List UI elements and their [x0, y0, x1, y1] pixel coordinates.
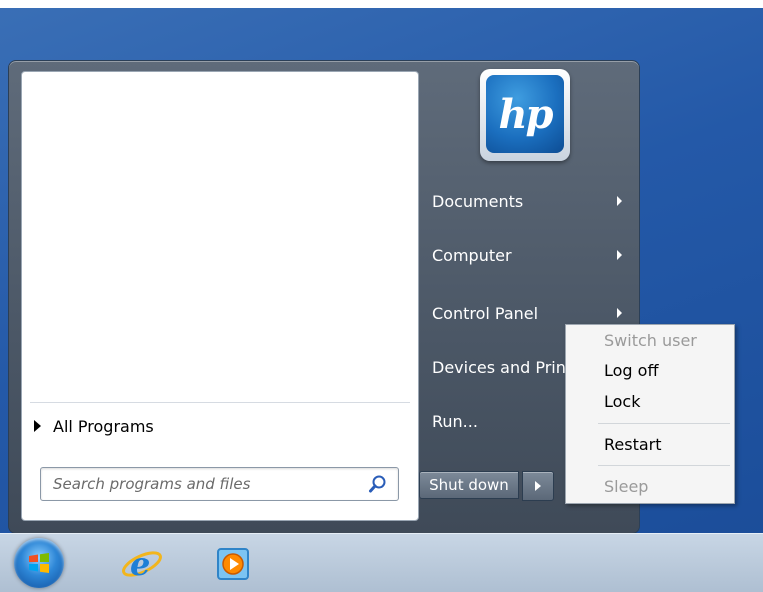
menu-item-label: Control Panel — [432, 303, 539, 323]
chevron-right-icon — [617, 308, 622, 318]
start-orb-icon[interactable] — [14, 538, 64, 588]
top-band — [0, 0, 763, 8]
svg-text:e: e — [130, 545, 150, 583]
chevron-right-icon — [617, 196, 622, 206]
menu-item-log-off[interactable]: Log off — [604, 361, 658, 380]
search-icon[interactable] — [368, 474, 388, 494]
start-menu: All Programs hp Documents Computer Contr… — [8, 60, 640, 534]
menu-item-sleep[interactable]: Sleep — [604, 477, 648, 496]
menu-item-label: Computer — [432, 245, 512, 265]
menu-item-lock[interactable]: Lock — [604, 392, 640, 411]
taskbar: e — [0, 533, 763, 592]
menu-separator — [598, 465, 730, 466]
windows-media-player-icon[interactable] — [215, 546, 255, 584]
internet-explorer-icon[interactable]: e — [120, 542, 164, 586]
menu-item-documents[interactable]: Documents — [424, 181, 634, 221]
user-picture-tile[interactable]: hp — [480, 69, 570, 161]
programs-pane: All Programs — [21, 71, 419, 521]
divider — [30, 402, 410, 403]
menu-item-label: Documents — [432, 191, 524, 211]
chevron-right-icon — [617, 250, 622, 260]
all-programs-label: All Programs — [53, 416, 154, 436]
menu-item-label: Run... — [432, 411, 478, 431]
shutdown-options-button[interactable] — [522, 471, 554, 501]
windows-flag-icon — [29, 553, 49, 573]
search-box[interactable] — [40, 467, 399, 501]
hp-logo-icon: hp — [486, 75, 564, 153]
menu-item-switch-user[interactable]: Switch user — [604, 331, 697, 350]
menu-separator — [598, 423, 730, 424]
triangle-right-icon — [535, 481, 541, 491]
menu-item-label: Devices and Prin — [432, 357, 566, 377]
all-programs-button[interactable]: All Programs — [34, 412, 394, 440]
shut-down-button[interactable]: Shut down — [419, 471, 519, 499]
menu-item-computer[interactable]: Computer — [424, 235, 634, 275]
triangle-right-icon — [34, 420, 41, 432]
shutdown-options-menu: Switch user Log off Lock Restart Sleep — [565, 324, 735, 504]
search-input[interactable] — [51, 468, 355, 500]
hp-logo-text: hp — [498, 90, 553, 138]
menu-item-restart[interactable]: Restart — [604, 435, 662, 454]
